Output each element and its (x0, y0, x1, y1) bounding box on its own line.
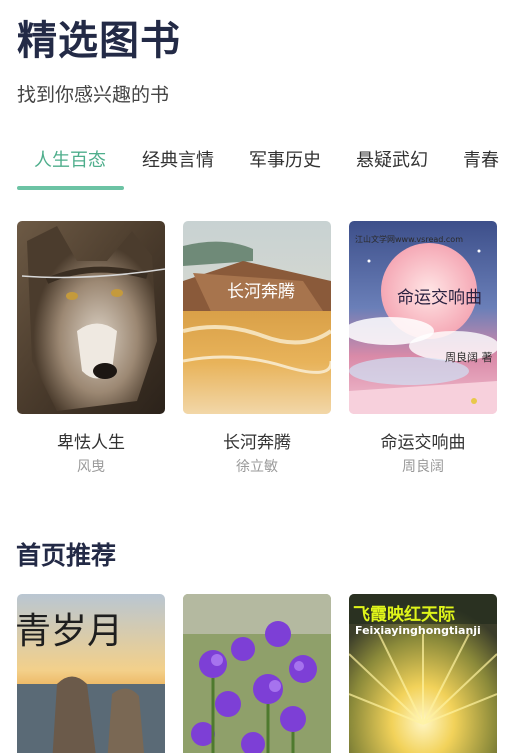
book-title[interactable]: 卑怯人生 (17, 428, 165, 453)
page-title: 精选图书 (17, 17, 181, 64)
cover-site: 江山文学网www.vsread.com (355, 235, 463, 244)
cover-title: 命运交响曲 (397, 288, 482, 308)
book-author: 周良阔 (402, 459, 444, 475)
cover-title: 长河奔腾 (227, 282, 295, 302)
symphony-cover-image (349, 221, 497, 414)
category-tabs: 人生百态 经典言情 军事历史 悬疑武幻 青春 (0, 140, 509, 192)
book-author: 风曳 (77, 459, 105, 475)
section-title-recommend: 首页推荐 (16, 541, 117, 570)
cover-author: 周良阔 著 (445, 351, 493, 364)
cover-title: 青岁月 (17, 611, 124, 652)
tab-life[interactable]: 人生百态 (34, 146, 106, 172)
tab-mystery-fantasy[interactable]: 悬疑武幻 (356, 146, 428, 172)
recommend-cover-sunset[interactable]: 飞霞映红天际 Feixiayinghongtianji (349, 594, 497, 753)
tab-romance[interactable]: 经典言情 (142, 146, 214, 172)
cover-title: 飞霞映红天际 (353, 605, 455, 625)
tab-indicator (17, 186, 124, 190)
recommend-cover-youth[interactable]: 青岁月 (17, 594, 165, 753)
flowers-cover-image (183, 594, 331, 753)
book-title[interactable]: 命运交响曲 (349, 428, 497, 453)
book-cover-river[interactable]: 长河奔腾 (183, 221, 331, 414)
river-cover-image (183, 221, 331, 414)
cover-subtitle: Feixiayinghongtianji (355, 624, 481, 637)
page-subtitle: 找到你感兴趣的书 (17, 84, 170, 106)
book-title[interactable]: 长河奔腾 (183, 428, 331, 453)
book-cover-symphony[interactable]: 江山文学网www.vsread.com 命运交响曲 周良阔 著 (349, 221, 497, 414)
tab-military-history[interactable]: 军事历史 (249, 146, 321, 172)
book-cover-wolf[interactable] (17, 221, 165, 414)
tab-youth[interactable]: 青春 (463, 146, 499, 172)
recommend-cover-flowers[interactable] (183, 594, 331, 753)
book-author: 徐立敏 (236, 459, 278, 475)
wolf-cover-image (17, 221, 165, 414)
